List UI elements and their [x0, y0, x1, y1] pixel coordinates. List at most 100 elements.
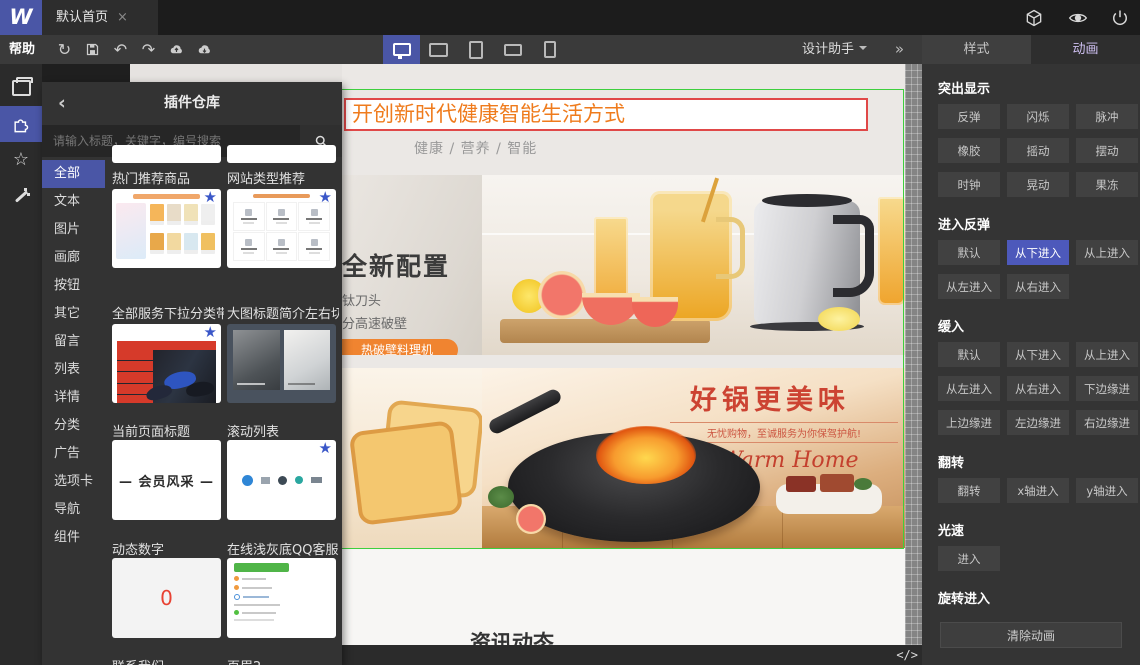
rail-tools-button[interactable] [0, 178, 42, 214]
animation-button[interactable]: 翻转 [938, 478, 1000, 503]
animation-button[interactable]: 默认 [938, 342, 1000, 367]
animation-button[interactable]: 从上进入 [1076, 342, 1138, 367]
refresh-icon[interactable]: ↻ [56, 41, 73, 58]
animation-button[interactable]: 从左进入 [938, 274, 1000, 299]
plugin-card-hot-products[interactable]: ★ [112, 189, 221, 268]
plugin-card-partial[interactable] [112, 145, 221, 163]
animation-button[interactable]: 下边缘进 [1076, 376, 1138, 401]
design-assistant-dropdown[interactable]: 设计助手 [802, 35, 867, 64]
category-item[interactable]: 分类 [42, 412, 105, 440]
animation-button[interactable]: 从右进入 [1007, 376, 1069, 401]
device-tablet-portrait-button[interactable] [457, 35, 494, 64]
category-item[interactable]: 画廊 [42, 244, 105, 272]
plugin-card-scrolling-list[interactable]: ★ [227, 440, 336, 520]
category-item[interactable]: 列表 [42, 356, 105, 384]
animation-button[interactable]: 从右进入 [1007, 274, 1069, 299]
animation-button[interactable]: 闪烁 [1007, 104, 1069, 129]
animation-button[interactable]: 从左进入 [938, 376, 1000, 401]
clear-animation-button[interactable]: 清除动画 [940, 622, 1122, 648]
category-item[interactable]: 其它 [42, 300, 105, 328]
animation-button[interactable]: 时钟 [938, 172, 1000, 197]
animation-button[interactable]: 右边缘进 [1076, 410, 1138, 435]
toolbar-more-button[interactable]: » [895, 35, 904, 63]
canvas-scroll-gutter[interactable] [905, 64, 922, 645]
animation-button[interactable]: 晃动 [1007, 172, 1069, 197]
animation-button[interactable]: 摇动 [1007, 138, 1069, 163]
page-tab[interactable]: 默认首页 × [42, 0, 158, 35]
plugin-card-big-image-switch[interactable] [227, 324, 336, 403]
help-button[interactable]: 帮助 [9, 35, 35, 64]
category-item[interactable]: 详情 [42, 384, 105, 412]
banner2-wok-photo[interactable]: 好锅更美味 无忧购物，至诚服务为你保驾护航! Warm Home [482, 368, 905, 548]
animation-button[interactable]: 左边缘进 [1007, 410, 1069, 435]
banner1-kettle-photo[interactable] [482, 175, 905, 355]
toolbar: 帮助 ↻ ↶ ↷ 设计助手 » [0, 35, 922, 64]
orange-slice [516, 504, 546, 534]
category-item[interactable]: 组件 [42, 524, 105, 552]
animation-button[interactable]: 脉冲 [1076, 104, 1138, 129]
plugin-card-site-types[interactable]: ★ [227, 189, 336, 268]
animation-button[interactable]: 橡胶 [938, 138, 1000, 163]
news-section-title[interactable]: 资讯动态 [470, 627, 554, 645]
animation-button[interactable]: y轴进入 [1076, 478, 1138, 503]
rail-plugins-button[interactable] [0, 106, 42, 142]
components-cube-icon[interactable] [1024, 8, 1044, 28]
animation-button[interactable]: 反弹 [938, 104, 1000, 129]
plugin-card-services-dropdown[interactable]: ★ [112, 324, 221, 403]
category-list: 全部 文本 图片 画廊 按钮 其它 留言 列表 详情 分类 广告 选项卡 导航 组件 [42, 160, 105, 552]
animation-button[interactable]: 进入 [938, 546, 1000, 571]
tab-style[interactable]: 样式 [922, 35, 1031, 64]
category-item[interactable]: 导航 [42, 496, 105, 524]
device-tablet-landscape-button[interactable] [420, 35, 457, 64]
category-item[interactable]: 留言 [42, 328, 105, 356]
animation-button[interactable]: 摆动 [1076, 138, 1138, 163]
banner1-text-block[interactable]: 全新配置 钛刀头 分高速破壁 热破壁料理机 [342, 175, 482, 355]
category-item[interactable]: 全部 [42, 160, 105, 188]
animation-button[interactable]: 从下进入 [1007, 342, 1069, 367]
app-logo[interactable]: W [0, 0, 42, 35]
banner2-toast-photo[interactable] [342, 368, 482, 548]
category-item[interactable]: 广告 [42, 440, 105, 468]
animation-button[interactable]: x轴进入 [1007, 478, 1069, 503]
site-headline[interactable]: 开创新时代健康智能生活方式 [344, 98, 868, 131]
animation-button[interactable]: 从上进入 [1076, 240, 1138, 265]
favorite-star-icon[interactable]: ★ [319, 440, 332, 456]
favorite-star-icon[interactable]: ★ [319, 189, 332, 205]
favorite-star-icon[interactable]: ★ [204, 324, 217, 340]
broccoli [488, 486, 514, 508]
site-subtitle[interactable]: 健康 / 营养 / 智能 [414, 138, 537, 158]
code-view-icon[interactable]: </> [896, 648, 918, 662]
favorite-star-icon[interactable]: ★ [204, 189, 217, 205]
back-chevron-icon[interactable]: ‹ [58, 82, 66, 125]
plugin-card-partial[interactable] [227, 145, 336, 163]
cloud-upload-icon[interactable] [168, 41, 185, 58]
device-switcher [383, 35, 568, 64]
preview-eye-icon[interactable] [1068, 8, 1088, 28]
plugin-label: 全部服务下拉分类带... [112, 307, 224, 322]
tab-close-icon[interactable]: × [117, 10, 128, 25]
redo-icon[interactable]: ↷ [140, 41, 157, 58]
rail-favorites-button[interactable]: ☆ [0, 142, 42, 178]
device-phone-portrait-button[interactable] [531, 35, 568, 64]
category-item[interactable]: 选项卡 [42, 468, 105, 496]
plugin-card-page-title[interactable]: — 会员风采 — [112, 440, 221, 520]
animation-button[interactable]: 上边缘进 [938, 410, 1000, 435]
banner1-button[interactable]: 热破壁料理机 [342, 339, 458, 355]
save-icon[interactable] [84, 41, 101, 58]
cloud-download-icon[interactable] [196, 41, 213, 58]
undo-icon[interactable]: ↶ [112, 41, 129, 58]
rail-pages-button[interactable] [0, 70, 42, 106]
device-desktop-button[interactable] [383, 35, 420, 64]
animation-button[interactable]: 从下进入 [1007, 240, 1069, 265]
plugin-card-dynamic-number[interactable]: 0 [112, 558, 221, 638]
device-phone-landscape-button[interactable] [494, 35, 531, 64]
animation-button[interactable]: 默认 [938, 240, 1000, 265]
plugin-card-qq-service[interactable] [227, 558, 336, 638]
design-canvas[interactable]: 开创新时代健康智能生活方式 健康 / 营养 / 智能 全新配置 钛刀头 分高速破… [342, 64, 905, 645]
category-item[interactable]: 图片 [42, 216, 105, 244]
category-item[interactable]: 文本 [42, 188, 105, 216]
category-item[interactable]: 按钮 [42, 272, 105, 300]
power-icon[interactable] [1110, 8, 1130, 28]
animation-button[interactable]: 果冻 [1076, 172, 1138, 197]
tab-animation[interactable]: 动画 [1031, 35, 1140, 64]
